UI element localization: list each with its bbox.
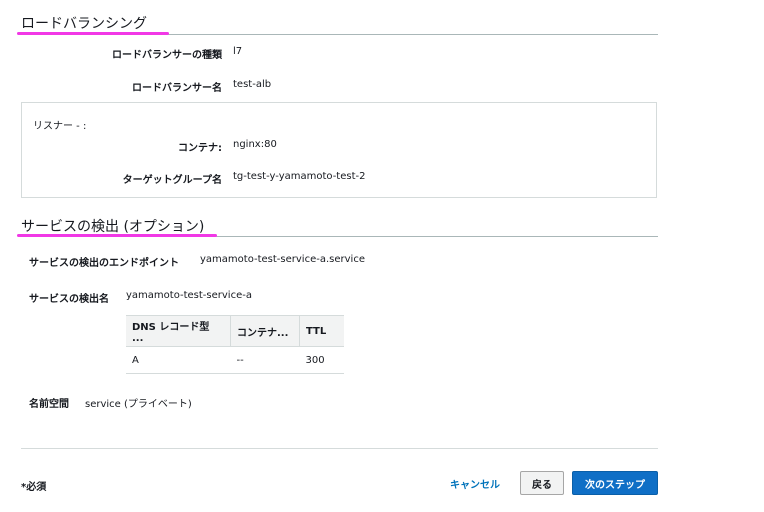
load-balancing-title: ロードバランシング bbox=[21, 16, 147, 32]
container-label: コンテナ: bbox=[178, 143, 222, 154]
footer-divider bbox=[21, 448, 658, 449]
namespace-label: 名前空間 bbox=[29, 399, 69, 410]
section-accent-underline bbox=[17, 32, 169, 35]
column-header-dns-record-type[interactable]: DNS レコード型 ... bbox=[126, 315, 231, 347]
column-header-ttl[interactable]: TTL bbox=[299, 315, 344, 347]
listener-title: リスナー - : bbox=[33, 121, 87, 132]
lb-name-label: ロードバランサー名 bbox=[132, 83, 222, 94]
discovery-name-label: サービスの検出名 bbox=[29, 294, 109, 305]
namespace-value: service (プライベート) bbox=[85, 399, 192, 410]
cell-dns-record-type: A bbox=[126, 346, 231, 374]
cell-ttl: 300 bbox=[299, 346, 344, 374]
table-row: A -- 300 bbox=[126, 346, 344, 374]
back-button[interactable]: 戻る bbox=[520, 471, 564, 495]
cancel-button[interactable]: キャンセル bbox=[442, 471, 508, 495]
target-group-label: ターゲットグループ名 bbox=[122, 175, 222, 186]
dns-records-table: DNS レコード型 ... コンテナ... TTL A -- 300 bbox=[126, 315, 344, 374]
cell-container: -- bbox=[230, 346, 300, 374]
lb-type-label: ロードバランサーの種類 bbox=[112, 50, 222, 61]
endpoint-value: yamamoto-test-service-a.service bbox=[200, 254, 365, 265]
target-group-value: tg-test-y-yamamoto-test-2 bbox=[233, 171, 366, 182]
next-step-button[interactable]: 次のステップ bbox=[572, 471, 658, 495]
container-value: nginx:80 bbox=[233, 139, 277, 150]
section-accent-underline bbox=[17, 234, 217, 237]
discovery-name-value: yamamoto-test-service-a bbox=[126, 290, 252, 301]
endpoint-label: サービスの検出のエンドポイント bbox=[29, 258, 179, 269]
column-header-container[interactable]: コンテナ... bbox=[230, 315, 300, 347]
table-header-row: DNS レコード型 ... コンテナ... TTL bbox=[126, 315, 344, 347]
required-note: *必須 bbox=[21, 482, 47, 493]
lb-type-value: l7 bbox=[233, 46, 243, 57]
service-discovery-title: サービスの検出 (オプション) bbox=[21, 219, 205, 235]
lb-name-value: test-alb bbox=[233, 79, 272, 90]
